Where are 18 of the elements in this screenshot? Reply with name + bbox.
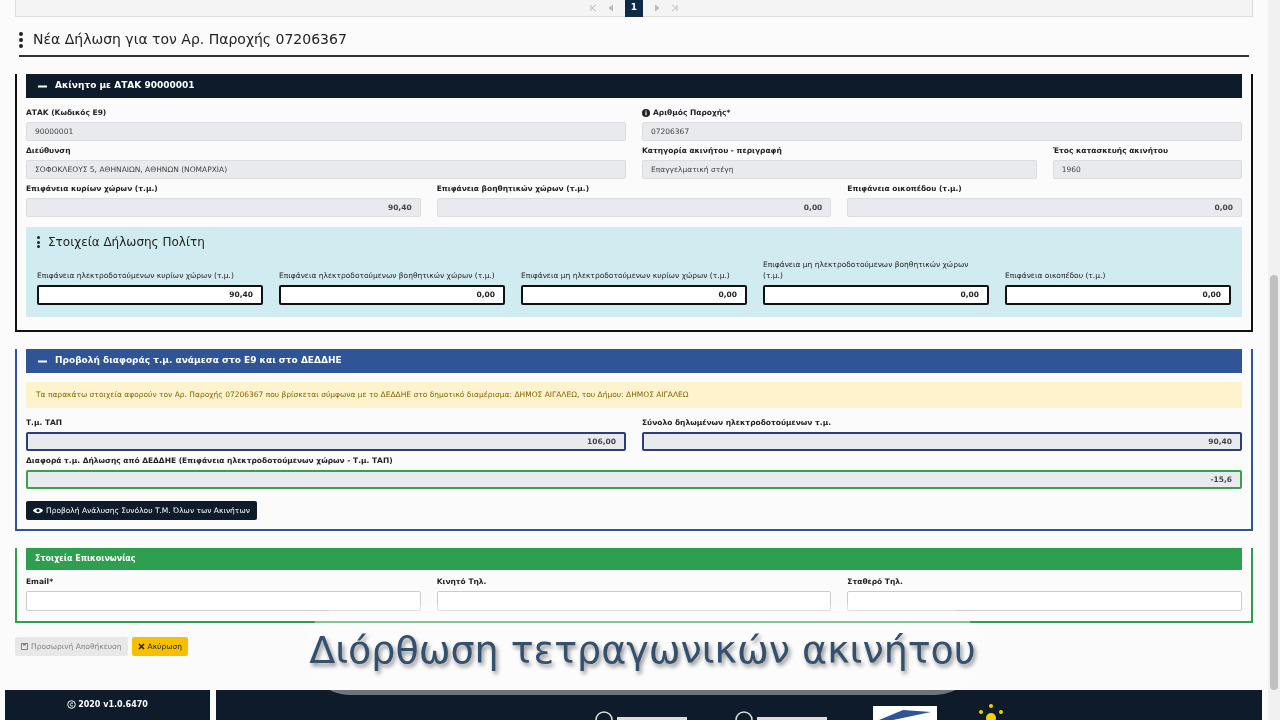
first-page-icon[interactable] xyxy=(588,4,597,12)
logo-icon xyxy=(873,706,937,720)
last-page-icon[interactable] xyxy=(671,4,680,12)
close-icon xyxy=(137,643,145,650)
next-page-icon[interactable] xyxy=(653,4,662,12)
panel-title: Στοιχεία Δήλωσης Πολίτη xyxy=(48,234,205,251)
eye-icon xyxy=(33,507,43,514)
kebab-menu-icon[interactable] xyxy=(19,31,23,48)
kebab-menu-icon[interactable] xyxy=(37,236,40,248)
page-title: Νέα Δήλωση για τον Αρ. Παροχής 07206367 xyxy=(33,30,347,49)
copyright-text: 2020 v1.0.6470 xyxy=(78,700,148,709)
section-header[interactable]: Προβολή διαφοράς τ.μ. ανάμεσα στο Ε9 και στο ΔΕΔΔΗΕ xyxy=(26,349,1242,373)
section-header[interactable]: Ακίνητο με ΑΤΑΚ 90000001 xyxy=(26,74,1242,98)
bulb-logo-icon xyxy=(977,704,1005,720)
previous-page-icon[interactable] xyxy=(606,4,615,12)
section-header: Στοιχεία Επικοινωνίας xyxy=(26,548,1242,570)
page-button[interactable]: 1 xyxy=(624,0,644,17)
copyright-icon xyxy=(67,700,77,709)
